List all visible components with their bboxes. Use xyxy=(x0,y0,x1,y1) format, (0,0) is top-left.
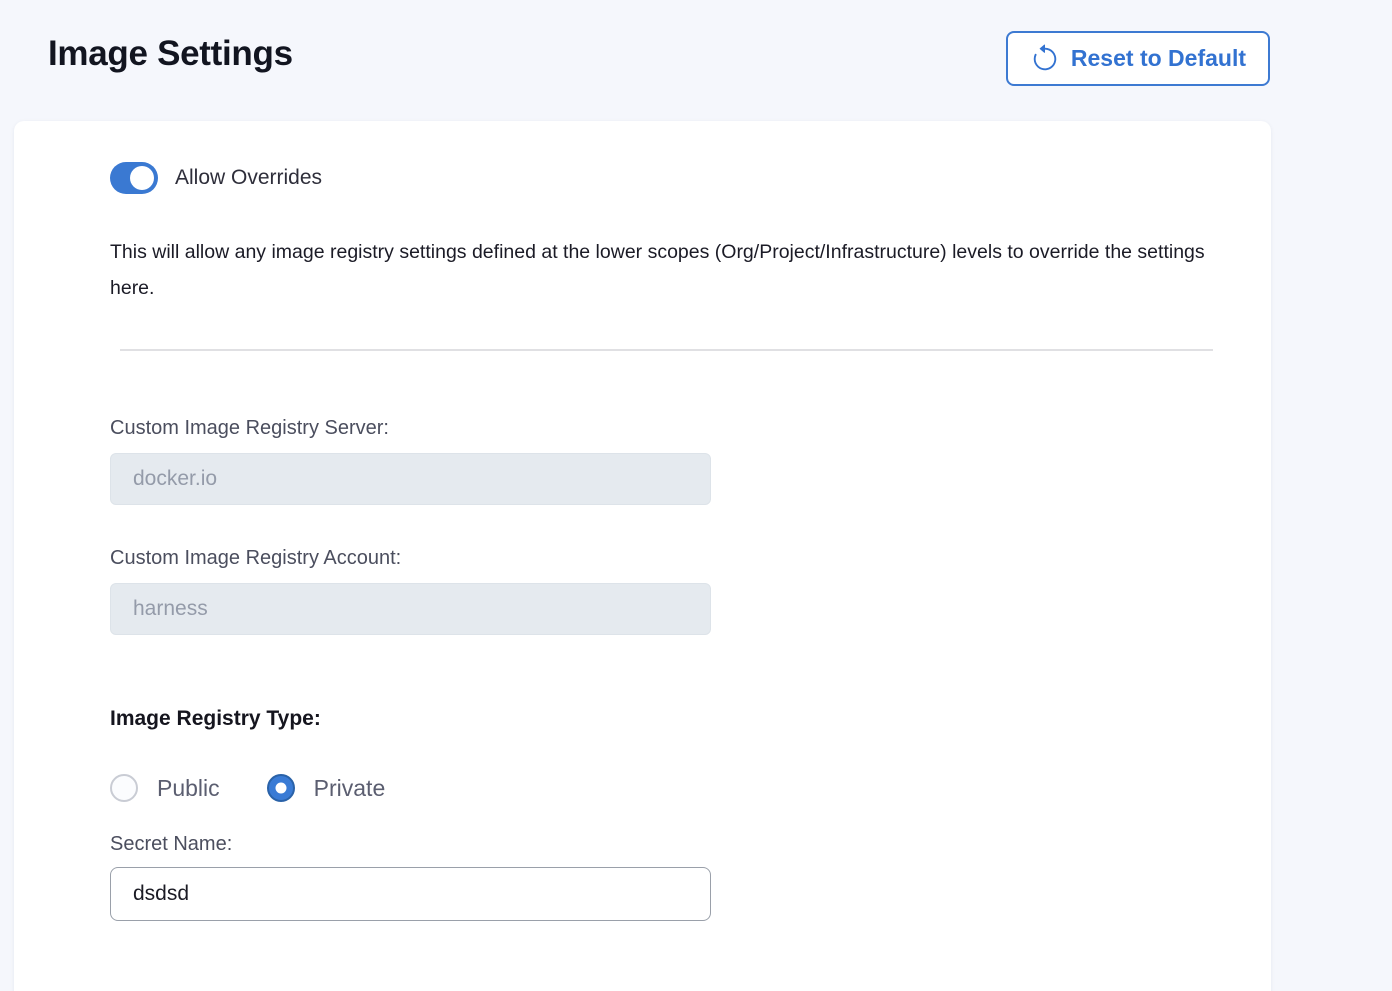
reset-arrow-counterclockwise-icon xyxy=(1030,44,1060,74)
reset-to-default-button[interactable]: Reset to Default xyxy=(1006,31,1270,86)
page-title: Image Settings xyxy=(48,34,293,74)
reset-button-label: Reset to Default xyxy=(1071,45,1246,72)
image-settings-page: Image Settings Reset to Default Allow Ov… xyxy=(0,0,1392,991)
secret-name-field: Secret Name: xyxy=(110,833,1271,921)
overrides-description: This will allow any image registry setti… xyxy=(110,234,1235,306)
section-divider xyxy=(120,349,1213,351)
registry-server-field: Custom Image Registry Server: xyxy=(110,417,1271,505)
registry-type-label: Image Registry Type: xyxy=(110,707,1271,731)
private-radio-icon[interactable] xyxy=(267,774,295,802)
registry-account-input xyxy=(110,583,711,635)
public-radio-label: Public xyxy=(157,775,220,802)
allow-overrides-label: Allow Overrides xyxy=(175,166,322,190)
secret-name-input[interactable] xyxy=(110,867,711,921)
image-settings-card: Allow Overrides This will allow any imag… xyxy=(14,121,1271,991)
registry-account-field: Custom Image Registry Account: xyxy=(110,547,1271,635)
registry-type-radio-group: Public Private xyxy=(110,774,1271,802)
radio-option-public[interactable]: Public xyxy=(110,774,220,802)
radio-option-private[interactable]: Private xyxy=(267,774,386,802)
registry-server-input xyxy=(110,453,711,505)
registry-account-label: Custom Image Registry Account: xyxy=(110,547,1271,570)
toggle-knob xyxy=(130,166,154,190)
private-radio-label: Private xyxy=(314,775,386,802)
secret-name-label: Secret Name: xyxy=(110,833,1271,856)
registry-server-label: Custom Image Registry Server: xyxy=(110,417,1271,440)
page-header: Image Settings Reset to Default xyxy=(0,0,1392,121)
allow-overrides-toggle[interactable] xyxy=(110,162,158,194)
public-radio-icon[interactable] xyxy=(110,774,138,802)
allow-overrides-row: Allow Overrides xyxy=(110,162,1271,194)
